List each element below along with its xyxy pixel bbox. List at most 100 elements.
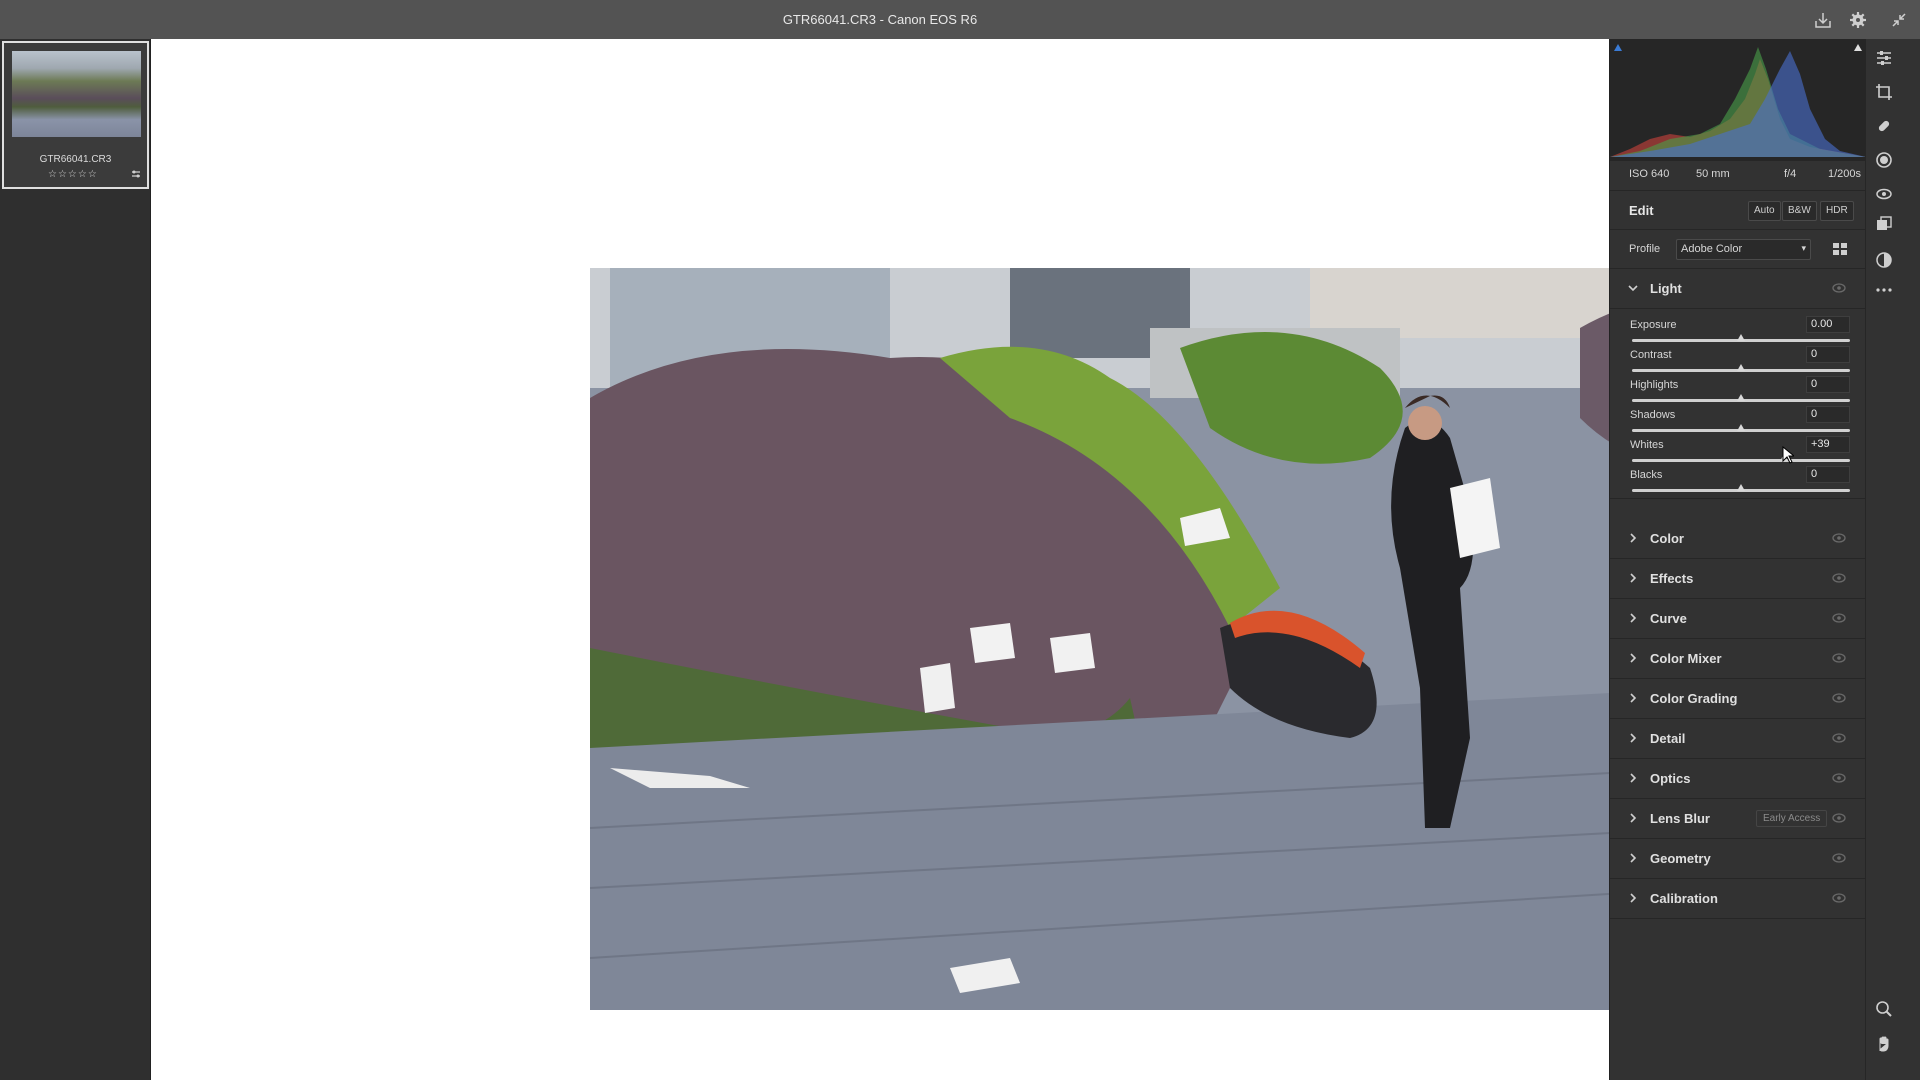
slider-contrast[interactable]: Contrast 0	[1610, 346, 1866, 379]
hand-icon[interactable]	[1866, 1029, 1902, 1059]
section-title: Curve	[1650, 611, 1687, 626]
chevron-down-icon: ▾	[1801, 243, 1806, 253]
eye-icon[interactable]	[1832, 813, 1846, 823]
title-bar: GTR66041.CR3 - Canon EOS R6	[0, 0, 1920, 39]
section-title: Color	[1650, 531, 1684, 546]
hdr-button[interactable]: HDR	[1820, 201, 1854, 221]
gear-icon[interactable]	[1845, 7, 1871, 33]
section-title: Lens Blur	[1650, 811, 1710, 826]
exif-shutter: 1/200s	[1828, 168, 1862, 180]
slider-value-input[interactable]: 0.00	[1806, 316, 1850, 333]
eye-icon[interactable]	[1832, 733, 1846, 743]
eye-icon[interactable]	[1832, 853, 1846, 863]
chevron-right-icon	[1630, 533, 1637, 543]
slider-shadows[interactable]: Shadows 0	[1610, 406, 1866, 439]
chevron-right-icon	[1630, 733, 1637, 743]
slider-thumb[interactable]	[1737, 484, 1745, 491]
healing-brush-icon[interactable]	[1866, 111, 1902, 141]
slider-highlights[interactable]: Highlights 0	[1610, 376, 1866, 409]
early-access-badge: Early Access	[1756, 810, 1828, 827]
histogram[interactable]	[1610, 39, 1866, 161]
slider-thumb[interactable]	[1737, 334, 1745, 341]
filmstrip: GTR66041.CR3 ☆☆☆☆☆	[0, 39, 151, 1080]
thumbnail-filename: GTR66041.CR3	[39, 154, 112, 165]
slider-value-input[interactable]: 0	[1806, 406, 1850, 423]
section-optics-header[interactable]: Optics	[1610, 759, 1866, 799]
section-title: Detail	[1650, 731, 1686, 746]
profile-select[interactable]: Adobe Color ▾	[1676, 239, 1811, 260]
slider-track[interactable]	[1632, 459, 1850, 462]
sliders-icon	[131, 169, 141, 182]
eye-icon[interactable]	[1832, 283, 1846, 293]
section-title: Optics	[1650, 771, 1691, 786]
chevron-right-icon	[1630, 693, 1637, 703]
exif-iso: ISO 640	[1629, 168, 1670, 180]
section-title: Effects	[1650, 571, 1694, 586]
slider-value-input[interactable]: +39	[1806, 436, 1850, 453]
auto-button[interactable]: Auto	[1748, 201, 1781, 221]
photo-preview[interactable]	[590, 268, 1703, 1010]
chevron-right-icon	[1630, 573, 1637, 583]
chevron-right-icon	[1630, 893, 1637, 903]
slider-thumb[interactable]	[1737, 364, 1745, 371]
slider-value-input[interactable]: 0	[1806, 466, 1850, 483]
star-rating[interactable]: ☆☆☆☆☆	[48, 169, 98, 180]
section-title: Color Grading	[1650, 691, 1738, 706]
snapshots-icon[interactable]	[1866, 245, 1902, 275]
eye-icon[interactable]	[1832, 533, 1846, 543]
zoom-icon[interactable]	[1866, 994, 1902, 1024]
image-canvas[interactable]	[151, 39, 1703, 1080]
masking-icon[interactable]	[1866, 145, 1902, 175]
chevron-right-icon	[1630, 813, 1637, 823]
profile-browser-icon[interactable]	[1832, 241, 1848, 257]
collapse-arrows-icon[interactable]	[1886, 7, 1912, 33]
eye-icon[interactable]	[1832, 653, 1846, 663]
eye-icon[interactable]	[1832, 573, 1846, 583]
red-eye-icon[interactable]	[1866, 179, 1902, 209]
presets-icon[interactable]	[1866, 209, 1902, 239]
slider-thumb[interactable]	[1737, 424, 1745, 431]
black-white-button[interactable]: B&W	[1782, 201, 1817, 221]
edit-sliders-icon[interactable]	[1866, 43, 1902, 73]
tool-strip	[1865, 39, 1920, 1080]
section-detail-header[interactable]: Detail	[1610, 719, 1866, 759]
eye-icon[interactable]	[1832, 893, 1846, 903]
slider-blacks[interactable]: Blacks 0	[1610, 466, 1866, 499]
section-light-header[interactable]: Light	[1610, 269, 1866, 309]
window-title: GTR66041.CR3 - Canon EOS R6	[782, 12, 978, 27]
section-title: Color Mixer	[1650, 651, 1722, 666]
section-lens-blur-header[interactable]: Lens Blur Early Access	[1610, 799, 1866, 839]
section-color-header[interactable]: Color	[1610, 519, 1866, 559]
slider-label: Blacks	[1630, 469, 1663, 481]
section-color-mixer-header[interactable]: Color Mixer	[1610, 639, 1866, 679]
section-curve-header[interactable]: Curve	[1610, 599, 1866, 639]
exif-info: ISO 640 50 mm f/4 1/200s	[1610, 168, 1866, 188]
more-options-icon[interactable]	[1866, 275, 1902, 305]
chevron-right-icon	[1630, 653, 1637, 663]
edit-panel: ISO 640 50 mm f/4 1/200s Edit Auto B&W H…	[1609, 39, 1866, 1080]
crop-icon[interactable]	[1866, 77, 1902, 107]
eye-icon[interactable]	[1832, 773, 1846, 783]
profile-select-value: Adobe Color	[1681, 243, 1743, 255]
chevron-right-icon	[1630, 773, 1637, 783]
filmstrip-thumbnail[interactable]: GTR66041.CR3 ☆☆☆☆☆	[2, 41, 149, 189]
section-color-grading-header[interactable]: Color Grading	[1610, 679, 1866, 719]
eye-icon[interactable]	[1832, 613, 1846, 623]
eye-icon[interactable]	[1832, 693, 1846, 703]
section-calibration-header[interactable]: Calibration	[1610, 879, 1866, 919]
slider-whites[interactable]: Whites +39	[1610, 436, 1866, 469]
profile-label: Profile	[1629, 243, 1661, 255]
save-download-icon[interactable]	[1810, 7, 1836, 33]
slider-exposure[interactable]: Exposure 0.00	[1610, 316, 1866, 349]
slider-label: Whites	[1630, 439, 1664, 451]
section-effects-header[interactable]: Effects	[1610, 559, 1866, 599]
section-geometry-header[interactable]: Geometry	[1610, 839, 1866, 879]
slider-label: Exposure	[1630, 319, 1677, 331]
slider-value-input[interactable]: 0	[1806, 346, 1850, 363]
slider-value-input[interactable]: 0	[1806, 376, 1850, 393]
edit-label: Edit	[1629, 203, 1654, 218]
slider-label: Shadows	[1630, 409, 1676, 421]
slider-thumb[interactable]	[1737, 394, 1745, 401]
thumbnail-image	[12, 51, 141, 137]
exif-aperture: f/4	[1784, 168, 1797, 180]
